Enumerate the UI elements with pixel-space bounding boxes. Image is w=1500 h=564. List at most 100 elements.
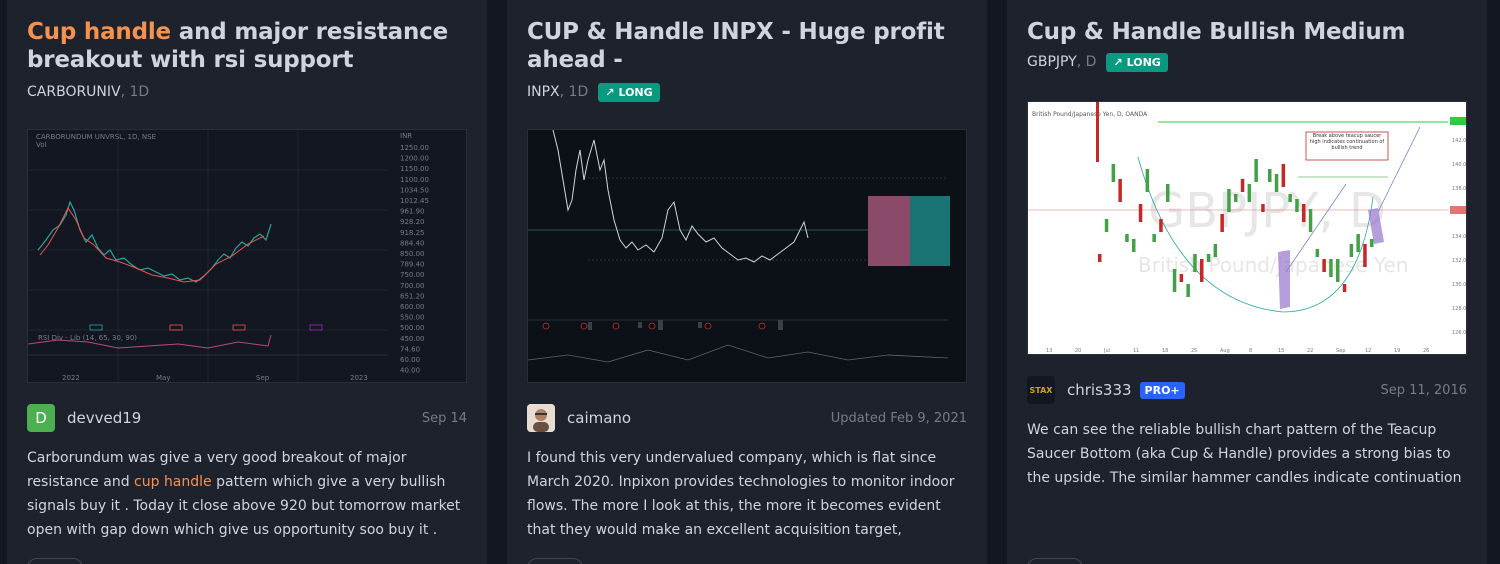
chart-image [528,130,966,382]
candle [1138,204,1143,222]
candle [1172,269,1177,292]
idea-description[interactable]: We can see the reliable bullish chart pa… [1027,418,1467,490]
idea-title[interactable]: CUP & Handle INPX - Huge profit ahead - [527,18,967,78]
candle [1240,179,1245,192]
author-row: STAX chris333 PRO+ Sep 11, 2016 [1027,375,1467,405]
symbol-link[interactable]: CARBORUNIV [27,84,121,100]
arrow-up-right-icon: ↗ [1113,55,1123,69]
price-tick: 74.60 [400,345,420,353]
x-tick: Sep [1336,348,1345,354]
candle [1295,199,1299,212]
idea-card[interactable]: Cup & Handle Bullish Medium Term GBPJPY,… [1007,0,1487,564]
x-tick: 11 [1133,348,1139,354]
candle [1166,184,1170,202]
price-tick: 1012.45 [400,197,429,205]
candle [1227,189,1231,212]
x-tick: 2023 [350,374,368,382]
author-name[interactable]: caimano [567,409,631,427]
badge-label: LONG [618,85,653,99]
price-tick: 142.00 [1452,138,1467,144]
chart-thumbnail[interactable]: British Pound/Japanese Yen, D, OANDA GBP… [1027,101,1467,355]
price-tick: 60.00 [400,356,420,364]
candle [1179,274,1184,282]
x-tick: 20 [1075,348,1081,354]
price-tick: 130.00 [1452,282,1467,288]
price-tick: 928.20 [400,218,425,226]
candle [1329,259,1333,277]
x-tick: Jul [1103,348,1110,354]
action-pill[interactable] [527,558,583,564]
price-tick: 134.00 [1452,234,1467,240]
author-row: D devved19 Sep 14 [27,403,467,433]
chart-image: CARBORUNDUM UNVRSL, 1D, NSE Vol INR RSI … [28,130,466,382]
watermark: GBPJPY, D [1148,183,1386,239]
x-tick: 19 [1394,348,1400,354]
price-tick: 1100.00 [400,176,429,184]
x-tick: May [156,374,170,382]
long-badge: ↗ LONG [598,82,660,102]
candle [1193,254,1197,272]
symbol-link[interactable]: GBPJPY [1027,54,1077,70]
currency-label: INR [400,132,412,140]
x-tick: 2022 [62,374,80,382]
idea-description[interactable]: I found this very undervalued company, w… [527,446,967,542]
candle [1247,184,1252,202]
vol-label: Vol [36,141,47,149]
chart-thumbnail[interactable]: CARBORUNDUM UNVRSL, 1D, NSE Vol INR RSI … [27,129,467,383]
candle [1315,249,1320,257]
idea-title[interactable]: Cup handle and major resistance breakout… [27,18,467,78]
price-tick: 850.00 [400,250,425,258]
avatar[interactable]: D [27,404,55,432]
pro-badge: PRO+ [1139,381,1185,399]
candle [1261,204,1265,212]
price-tick: 128.00 [1452,306,1467,312]
price-tick: 138.00 [1452,186,1467,192]
price-tick: 1034.50 [400,186,429,194]
candle [1159,219,1163,232]
author-row: caimano Updated Feb 9, 2021 [527,403,967,433]
idea-card[interactable]: CUP & Handle INPX - Huge profit ahead - … [507,0,987,564]
candle [1132,239,1136,252]
action-pill[interactable] [27,558,83,564]
idea-title[interactable]: Cup & Handle Bullish Medium Term [1027,18,1467,48]
candle [1213,244,1218,257]
author-name[interactable]: devved19 [67,409,141,427]
idea-meta: INPX, 1D ↗ LONG [527,80,967,104]
user-photo-icon [527,404,555,432]
price-tick: 450.00 [400,335,425,343]
avatar[interactable]: STAX [1027,376,1055,404]
candle [1118,179,1122,202]
action-pill[interactable] [1027,558,1083,564]
x-tick: 12 [1365,348,1371,354]
rsi-label: RSI Div - Lib (14, 65, 30, 90) [38,334,137,342]
price-tick: 700.00 [400,282,425,290]
long-badge: ↗ LONG [1106,52,1168,72]
candle [1363,244,1367,267]
symbol-link[interactable]: INPX [527,84,560,100]
price-tick: 132.00 [1452,258,1467,264]
idea-meta: GBPJPY, D ↗ LONG [1027,50,1467,74]
candle [1152,234,1156,242]
candle [1288,194,1292,202]
candle [1302,204,1306,222]
price-tick: 500.00 [400,324,425,332]
price-tick: 750.00 [400,271,425,279]
avatar[interactable] [527,404,555,432]
price-tick: 140.00 [1452,162,1467,168]
candle [1125,234,1129,242]
candle [1234,194,1238,202]
price-tick: 789.40 [400,261,425,269]
chart-header: CARBORUNDUM UNVRSL, 1D, NSE [36,133,156,141]
publish-date: Sep 14 [421,410,467,426]
candle [1308,209,1313,232]
candle [1370,239,1374,247]
chart-thumbnail[interactable] [527,129,967,383]
idea-description[interactable]: Carborundum was give a very good breakou… [27,446,467,542]
candle [1220,214,1224,232]
price-tick: 884.40 [400,239,425,247]
x-tick: 22 [1307,348,1313,354]
idea-card[interactable]: Cup handle and major resistance breakout… [7,0,487,564]
price-tick: 918.25 [400,229,425,237]
author-name[interactable]: chris333 [1067,381,1132,399]
x-tick: 15 [1278,348,1284,354]
